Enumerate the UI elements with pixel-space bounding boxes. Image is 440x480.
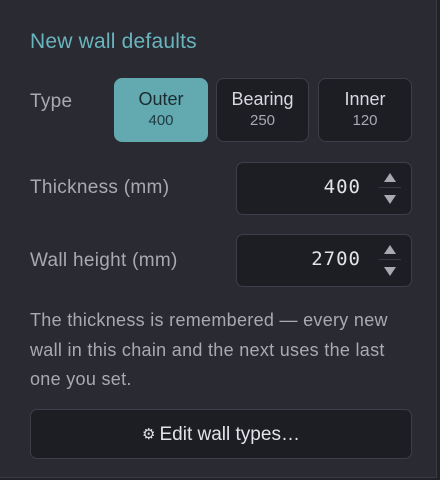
wall-height-stepper[interactable] bbox=[373, 238, 407, 282]
thickness-label: Thickness (mm) bbox=[30, 177, 170, 198]
type-option-thickness: 400 bbox=[148, 112, 174, 129]
type-option-outer[interactable]: Outer 400 bbox=[114, 78, 208, 142]
type-option-thickness: 120 bbox=[352, 112, 378, 129]
chevron-up-icon bbox=[384, 245, 396, 254]
wall-height-decrement-button[interactable] bbox=[373, 260, 407, 282]
chevron-up-icon bbox=[384, 173, 396, 182]
wall-defaults-panel: New wall defaults Type Outer 400 Bearing… bbox=[0, 0, 437, 478]
edit-wall-types-button[interactable]: ⚙ Edit wall types… bbox=[30, 409, 412, 459]
thickness-input[interactable]: 400 bbox=[236, 162, 412, 215]
thickness-increment-button[interactable] bbox=[373, 166, 407, 188]
type-option-thickness: 250 bbox=[249, 112, 276, 129]
edit-wall-types-label: Edit wall types… bbox=[159, 424, 300, 445]
panel-title: New wall defaults bbox=[30, 30, 197, 53]
thickness-decrement-button[interactable] bbox=[373, 188, 407, 210]
wall-height-input[interactable]: 2700 bbox=[236, 234, 412, 287]
help-text: The thickness is remembered — every new … bbox=[30, 310, 388, 389]
gear-icon: ⚙ bbox=[142, 426, 156, 443]
thickness-stepper[interactable] bbox=[373, 166, 407, 210]
type-label: Type bbox=[30, 91, 73, 112]
type-option-name: Bearing bbox=[231, 89, 294, 109]
type-option-inner[interactable]: Inner 120 bbox=[318, 78, 412, 142]
type-option-bearing[interactable]: Bearing 250 bbox=[216, 78, 309, 142]
thickness-value[interactable]: 400 bbox=[324, 176, 361, 198]
type-option-name: Outer bbox=[138, 89, 184, 109]
wall-height-label: Wall height (mm) bbox=[30, 250, 178, 271]
wall-height-value[interactable]: 2700 bbox=[311, 248, 361, 270]
chevron-down-icon bbox=[384, 267, 396, 276]
chevron-down-icon bbox=[384, 195, 396, 204]
type-option-name: Inner bbox=[344, 89, 386, 109]
wall-height-increment-button[interactable] bbox=[373, 238, 407, 260]
